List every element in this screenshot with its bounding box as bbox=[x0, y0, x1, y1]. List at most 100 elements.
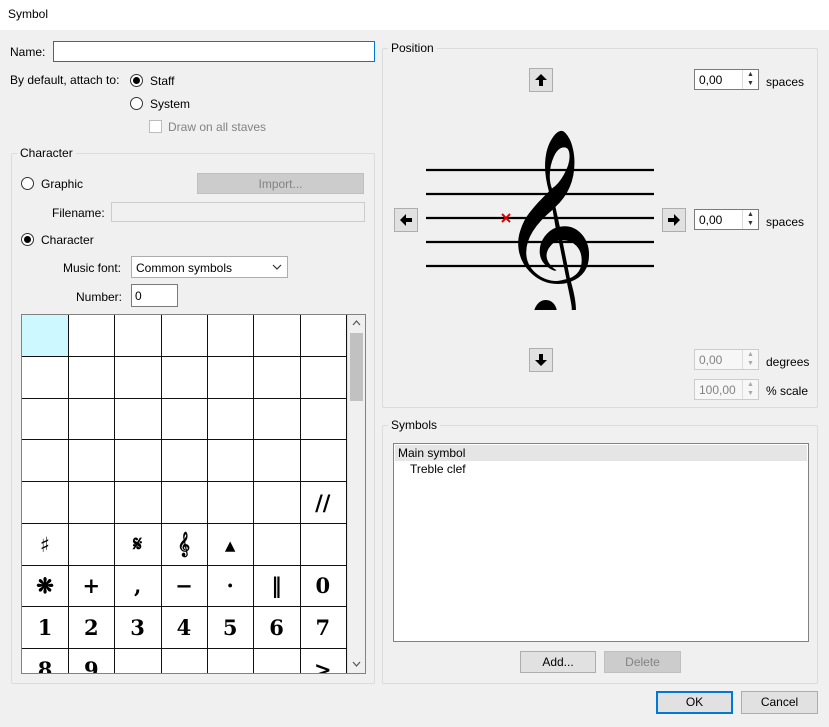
glyph-cell[interactable]: ‖ bbox=[253, 565, 301, 608]
move-right-button[interactable] bbox=[662, 208, 686, 232]
glyph-cell[interactable] bbox=[254, 648, 301, 673]
glyph-grid[interactable]: // ♯ 𝄋 𝄞 ▴ ❋ +, − · ‖ 0 1 2 3 4 5 6 7 8 9 > bbox=[21, 314, 366, 674]
move-down-button[interactable] bbox=[529, 348, 553, 372]
add-button[interactable]: Add... bbox=[520, 651, 596, 673]
glyph-cell[interactable] bbox=[207, 398, 255, 441]
glyph-cell[interactable]: ❋ bbox=[22, 565, 69, 608]
glyph-cell[interactable] bbox=[299, 440, 347, 483]
scroll-down-icon[interactable] bbox=[352, 661, 361, 667]
glyph-cell[interactable]: 1 bbox=[22, 606, 69, 649]
character-radio[interactable] bbox=[21, 233, 34, 246]
spin-up-icon[interactable]: ▲ bbox=[747, 351, 754, 359]
spin-down-icon[interactable]: ▼ bbox=[747, 390, 754, 398]
spinner-arrows[interactable]: ▲ ▼ bbox=[742, 210, 758, 229]
spin-up-icon[interactable]: ▲ bbox=[747, 211, 754, 219]
glyph-cell[interactable]: − bbox=[160, 565, 208, 608]
number-input[interactable] bbox=[131, 284, 178, 307]
glyph-cell[interactable]: 9 bbox=[68, 648, 116, 673]
glyph-cell[interactable] bbox=[207, 315, 255, 357]
glyph-cell[interactable]: 𝄋 bbox=[114, 523, 162, 566]
spinner-arrows[interactable]: ▲ ▼ bbox=[742, 380, 758, 399]
glyph-cell[interactable] bbox=[114, 440, 162, 483]
glyph-cell[interactable]: > bbox=[300, 648, 347, 673]
symbols-tree[interactable]: Main symbol Treble clef bbox=[393, 443, 809, 642]
glyph-cell[interactable] bbox=[114, 315, 162, 357]
spin-up-icon[interactable]: ▲ bbox=[747, 381, 754, 389]
spin-down-icon[interactable]: ▼ bbox=[747, 360, 754, 368]
glyph-cell[interactable] bbox=[160, 315, 208, 357]
glyph-cell[interactable] bbox=[22, 398, 69, 441]
glyph-cell[interactable] bbox=[114, 481, 162, 524]
music-font-select[interactable]: Common symbols bbox=[131, 256, 288, 278]
glyph-cell[interactable] bbox=[114, 398, 162, 441]
glyph-cell[interactable] bbox=[68, 523, 116, 566]
glyph-cell[interactable]: 5 bbox=[207, 606, 255, 649]
glyph-cell[interactable] bbox=[253, 356, 301, 399]
horizontal-offset-spinner[interactable]: 0,00 ▲ ▼ bbox=[694, 209, 759, 230]
glyph-cell[interactable] bbox=[207, 648, 255, 673]
name-input[interactable] bbox=[53, 41, 375, 62]
draw-all-staves-checkbox[interactable] bbox=[149, 120, 162, 133]
system-radio[interactable] bbox=[130, 97, 143, 110]
glyph-cell[interactable]: 7 bbox=[299, 606, 347, 649]
spin-up-icon[interactable]: ▲ bbox=[747, 71, 754, 79]
glyph-cell[interactable] bbox=[68, 315, 116, 357]
glyph-cell[interactable] bbox=[160, 398, 208, 441]
glyph-cell[interactable] bbox=[22, 356, 69, 399]
glyph-cell[interactable]: 4 bbox=[160, 606, 208, 649]
spinner-arrows[interactable]: ▲ ▼ bbox=[742, 350, 758, 369]
glyph-cell[interactable]: 0 bbox=[299, 565, 347, 608]
glyph-cell[interactable] bbox=[299, 398, 347, 441]
ok-button[interactable]: OK bbox=[656, 691, 733, 714]
glyph-cell[interactable] bbox=[207, 481, 255, 524]
spinner-arrows[interactable]: ▲ ▼ bbox=[742, 70, 758, 89]
glyph-cell[interactable] bbox=[207, 356, 255, 399]
glyph-cell[interactable] bbox=[253, 398, 301, 441]
spin-down-icon[interactable]: ▼ bbox=[747, 220, 754, 228]
glyph-cell[interactable] bbox=[299, 315, 347, 357]
glyph-cell[interactable]: 𝄞 bbox=[160, 523, 208, 566]
import-button[interactable]: Import... bbox=[197, 173, 364, 194]
glyph-cell[interactable] bbox=[161, 648, 208, 673]
cancel-button[interactable]: Cancel bbox=[741, 691, 818, 714]
glyph-cell[interactable]: ▴ bbox=[207, 523, 255, 566]
glyph-cell[interactable] bbox=[115, 648, 162, 673]
glyph-cell[interactable]: // bbox=[299, 481, 347, 524]
glyph-cell[interactable] bbox=[22, 440, 69, 483]
glyph-cell[interactable]: , bbox=[114, 565, 162, 608]
glyph-cell[interactable]: 6 bbox=[253, 606, 301, 649]
move-up-button[interactable] bbox=[529, 68, 553, 92]
glyph-cell[interactable]: ♯ bbox=[22, 523, 69, 566]
glyph-cell[interactable] bbox=[299, 523, 347, 566]
glyph-cell[interactable] bbox=[253, 315, 301, 357]
glyph-cell[interactable]: 3 bbox=[114, 606, 162, 649]
glyph-cell[interactable] bbox=[207, 440, 255, 483]
glyph-cell[interactable] bbox=[160, 440, 208, 483]
glyph-cell[interactable] bbox=[253, 523, 301, 566]
glyph-cell[interactable] bbox=[299, 356, 347, 399]
glyph-cell[interactable] bbox=[160, 356, 208, 399]
rotation-spinner[interactable]: 0,00 ▲ ▼ bbox=[694, 349, 759, 370]
filename-field[interactable] bbox=[111, 202, 365, 222]
graphic-radio[interactable] bbox=[21, 177, 34, 190]
glyph-cell[interactable] bbox=[253, 481, 301, 524]
tree-item-treble-clef[interactable]: Treble clef bbox=[410, 462, 466, 476]
scrollbar-thumb[interactable] bbox=[350, 333, 363, 401]
glyph-cell[interactable] bbox=[160, 481, 208, 524]
glyph-cell[interactable] bbox=[22, 481, 69, 524]
glyph-cell[interactable]: 8 bbox=[22, 648, 69, 673]
move-left-button[interactable] bbox=[394, 208, 418, 232]
glyph-cell[interactable] bbox=[114, 356, 162, 399]
glyph-cell[interactable]: · bbox=[207, 565, 255, 608]
glyph-cell[interactable] bbox=[22, 315, 69, 357]
glyph-cell[interactable]: + bbox=[68, 565, 116, 608]
scale-spinner[interactable]: 100,00 ▲ ▼ bbox=[694, 379, 759, 400]
glyph-grid-scrollbar[interactable] bbox=[347, 315, 365, 673]
staff-radio[interactable] bbox=[130, 74, 143, 87]
spin-down-icon[interactable]: ▼ bbox=[747, 80, 754, 88]
glyph-cell[interactable] bbox=[253, 440, 301, 483]
glyph-cell[interactable] bbox=[68, 398, 116, 441]
glyph-cell[interactable] bbox=[68, 481, 116, 524]
vertical-offset-spinner[interactable]: 0,00 ▲ ▼ bbox=[694, 69, 759, 90]
glyph-cell[interactable] bbox=[68, 440, 116, 483]
